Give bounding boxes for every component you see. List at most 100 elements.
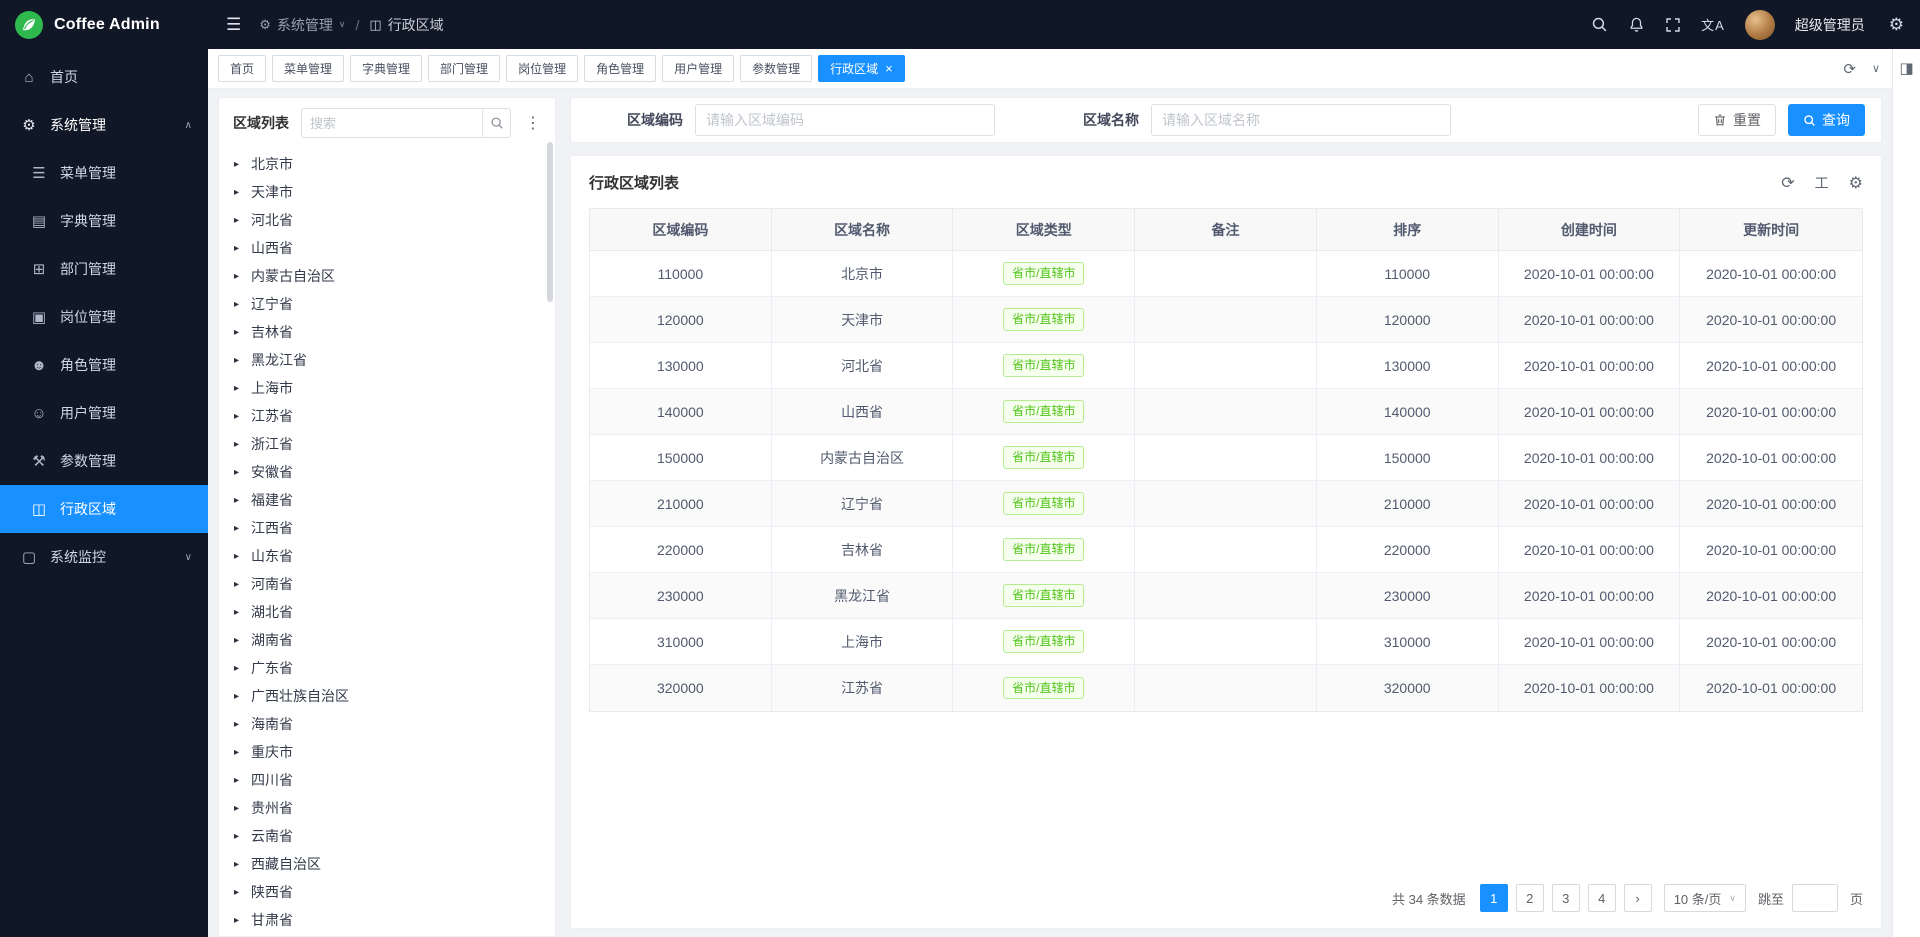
table-row[interactable]: 120000 天津市 省市/直辖市 120000 2020-10-01 00:0… (590, 297, 1862, 343)
tree-item[interactable]: ▸ 吉林省 (219, 318, 555, 346)
expand-arrow-icon[interactable]: ▸ (234, 579, 242, 590)
sidebar-item-department-management[interactable]: ⊞ 部门管理 (0, 245, 208, 293)
jump-page-input[interactable] (1792, 884, 1838, 912)
app-logo[interactable]: Coffee Admin (0, 0, 208, 49)
tree-item[interactable]: ▸ 河南省 (219, 570, 555, 598)
expand-arrow-icon[interactable]: ▸ (234, 271, 242, 282)
tree-item[interactable]: ▸ 天津市 (219, 178, 555, 206)
tree-item[interactable]: ▸ 湖北省 (219, 598, 555, 626)
tab-home[interactable]: 首页 (218, 55, 266, 82)
tree-item[interactable]: ▸ 河北省 (219, 206, 555, 234)
page-size-select[interactable]: 10 条/页 ∨ (1664, 884, 1746, 912)
region-code-input[interactable] (695, 104, 995, 136)
expand-arrow-icon[interactable]: ▸ (234, 747, 242, 758)
expand-arrow-icon[interactable]: ▸ (234, 327, 242, 338)
sidebar-item-administrative-region[interactable]: ◫ 行政区域 (0, 485, 208, 533)
expand-arrow-icon[interactable]: ▸ (234, 663, 242, 674)
sidebar-item-parameter-management[interactable]: ⚒ 参数管理 (0, 437, 208, 485)
expand-arrow-icon[interactable]: ▸ (234, 915, 242, 926)
menu-fold-icon[interactable]: ☰ (226, 15, 241, 35)
tree-item[interactable]: ▸ 山西省 (219, 234, 555, 262)
search-icon[interactable] (1591, 16, 1608, 33)
sidebar-item-user-management[interactable]: ☺ 用户管理 (0, 389, 208, 437)
tree-item[interactable]: ▸ 山东省 (219, 542, 555, 570)
tab-dictionary-management[interactable]: 字典管理 (350, 55, 422, 82)
tree-item[interactable]: ▸ 海南省 (219, 710, 555, 738)
breadcrumb-system-management[interactable]: ⚙ 系统管理 ∨ (259, 15, 345, 35)
expand-arrow-icon[interactable]: ▸ (234, 467, 242, 478)
tree-item[interactable]: ▸ 广西壮族自治区 (219, 682, 555, 710)
expand-arrow-icon[interactable]: ▸ (234, 691, 242, 702)
avatar[interactable] (1745, 10, 1775, 40)
table-row[interactable]: 230000 黑龙江省 省市/直辖市 230000 2020-10-01 00:… (590, 573, 1862, 619)
tree-item[interactable]: ▸ 福建省 (219, 486, 555, 514)
expand-arrow-icon[interactable]: ▸ (234, 635, 242, 646)
expand-arrow-icon[interactable]: ▸ (234, 551, 242, 562)
tree-item[interactable]: ▸ 重庆市 (219, 738, 555, 766)
table-row[interactable]: 320000 江苏省 省市/直辖市 320000 2020-10-01 00:0… (590, 665, 1862, 711)
tree-item[interactable]: ▸ 浙江省 (219, 430, 555, 458)
tab-user-management[interactable]: 用户管理 (662, 55, 734, 82)
sidebar-item-post-management[interactable]: ▣ 岗位管理 (0, 293, 208, 341)
expand-arrow-icon[interactable]: ▸ (234, 887, 242, 898)
username[interactable]: 超级管理员 (1795, 15, 1865, 35)
tab-role-management[interactable]: 角色管理 (584, 55, 656, 82)
refresh-icon[interactable]: ⟳ (1781, 173, 1794, 193)
tab-department-management[interactable]: 部门管理 (428, 55, 500, 82)
tree-item[interactable]: ▸ 广东省 (219, 654, 555, 682)
table-row[interactable]: 210000 辽宁省 省市/直辖市 210000 2020-10-01 00:0… (590, 481, 1862, 527)
tree-item[interactable]: ▸ 青海省 (219, 934, 555, 936)
column-settings-icon[interactable]: 工 (1815, 173, 1829, 193)
tab-post-management[interactable]: 岗位管理 (506, 55, 578, 82)
more-options-icon[interactable]: ⋮ (521, 113, 545, 133)
page-button-4[interactable]: 4 (1588, 884, 1616, 912)
region-name-input[interactable] (1151, 104, 1451, 136)
expand-arrow-icon[interactable]: ▸ (234, 523, 242, 534)
sidebar-item-system-monitor[interactable]: ▢ 系统监控 ∨ (0, 533, 208, 581)
tree-item[interactable]: ▸ 四川省 (219, 766, 555, 794)
region-search-input[interactable] (302, 116, 482, 131)
close-icon[interactable]: × (885, 62, 893, 75)
next-page-button[interactable]: › (1624, 884, 1652, 912)
expand-arrow-icon[interactable]: ▸ (234, 299, 242, 310)
tree-item[interactable]: ▸ 江苏省 (219, 402, 555, 430)
sidebar-item-dictionary-management[interactable]: ▤ 字典管理 (0, 197, 208, 245)
tree-item[interactable]: ▸ 江西省 (219, 514, 555, 542)
table-row[interactable]: 220000 吉林省 省市/直辖市 220000 2020-10-01 00:0… (590, 527, 1862, 573)
chevron-down-icon[interactable]: ∨ (1872, 62, 1880, 75)
table-row[interactable]: 130000 河北省 省市/直辖市 130000 2020-10-01 00:0… (590, 343, 1862, 389)
expand-arrow-icon[interactable]: ▸ (234, 831, 242, 842)
expand-arrow-icon[interactable]: ▸ (234, 775, 242, 786)
tab-parameter-management[interactable]: 参数管理 (740, 55, 812, 82)
page-button-1[interactable]: 1 (1480, 884, 1508, 912)
tab-administrative-region[interactable]: 行政区域 × (818, 55, 905, 82)
page-button-2[interactable]: 2 (1516, 884, 1544, 912)
page-button-3[interactable]: 3 (1552, 884, 1580, 912)
table-row[interactable]: 150000 内蒙古自治区 省市/直辖市 150000 2020-10-01 0… (590, 435, 1862, 481)
reset-button[interactable]: 重置 (1698, 104, 1776, 136)
tree-item[interactable]: ▸ 陕西省 (219, 878, 555, 906)
expand-arrow-icon[interactable]: ▸ (234, 243, 242, 254)
bell-icon[interactable] (1628, 16, 1645, 33)
table-row[interactable]: 310000 上海市 省市/直辖市 310000 2020-10-01 00:0… (590, 619, 1862, 665)
expand-arrow-icon[interactable]: ▸ (234, 495, 242, 506)
search-icon[interactable] (482, 109, 510, 137)
tree-item[interactable]: ▸ 内蒙古自治区 (219, 262, 555, 290)
scrollbar-thumb[interactable] (547, 142, 553, 302)
sidebar-item-role-management[interactable]: ☻ 角色管理 (0, 341, 208, 389)
tree-item[interactable]: ▸ 湖南省 (219, 626, 555, 654)
table-row[interactable]: 140000 山西省 省市/直辖市 140000 2020-10-01 00:0… (590, 389, 1862, 435)
expand-arrow-icon[interactable]: ▸ (234, 383, 242, 394)
refresh-icon[interactable]: ⟳ (1843, 60, 1856, 78)
tree-item[interactable]: ▸ 北京市 (219, 150, 555, 178)
expand-arrow-icon[interactable]: ▸ (234, 439, 242, 450)
expand-arrow-icon[interactable]: ▸ (234, 215, 242, 226)
gear-icon[interactable]: ⚙ (1849, 173, 1863, 193)
expand-arrow-icon[interactable]: ▸ (234, 355, 242, 366)
tree-item[interactable]: ▸ 安徽省 (219, 458, 555, 486)
sidebar-item-system-management[interactable]: ⚙ 系统管理 ∧ (0, 101, 208, 149)
tree-item[interactable]: ▸ 甘肃省 (219, 906, 555, 934)
expand-arrow-icon[interactable]: ▸ (234, 859, 242, 870)
tree-item[interactable]: ▸ 辽宁省 (219, 290, 555, 318)
expand-arrow-icon[interactable]: ▸ (234, 803, 242, 814)
